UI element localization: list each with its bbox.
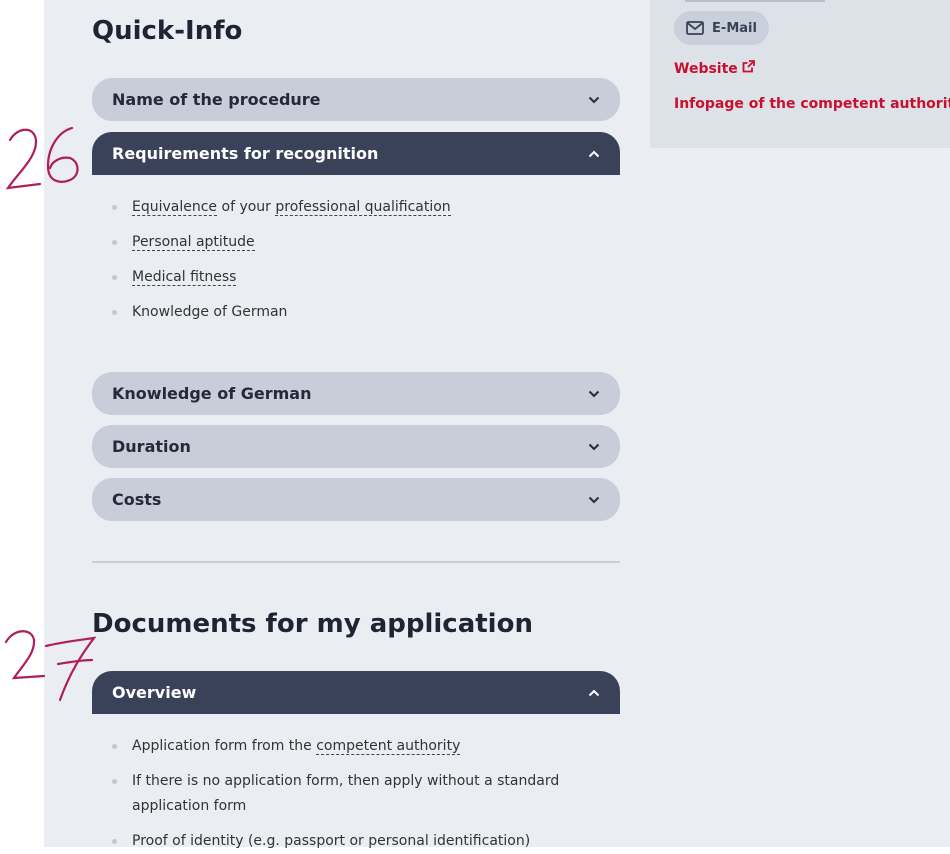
sidebar-divider xyxy=(685,0,825,2)
handwritten-annotation-26 xyxy=(5,126,79,190)
list-item: Equivalence of your professional qualifi… xyxy=(112,195,451,220)
requirements-list: Equivalence of your professional qualifi… xyxy=(112,195,451,325)
documents-heading: Documents for my application xyxy=(92,609,533,639)
list-item: Knowledge of German xyxy=(112,300,451,325)
chevron-up-icon xyxy=(588,148,600,160)
accordion-name-of-procedure[interactable]: Name of the procedure xyxy=(92,78,620,121)
chevron-down-icon xyxy=(588,388,600,400)
email-button[interactable]: E-Mail xyxy=(674,11,769,45)
glossary-link-medical-fitness[interactable]: Medical fitness xyxy=(132,269,237,286)
accordion-requirements[interactable]: Requirements for recognition xyxy=(92,132,620,175)
accordion-costs[interactable]: Costs xyxy=(92,478,620,521)
list-item-text: of your xyxy=(217,199,276,215)
list-item-text: application form xyxy=(132,798,247,814)
chevron-down-icon xyxy=(588,94,600,106)
mail-icon xyxy=(686,21,704,35)
list-item: Proof of identity (e.g. passport or pers… xyxy=(112,829,592,854)
infopage-label: Infopage of the competent authority xyxy=(674,95,950,112)
accordion-duration[interactable]: Duration xyxy=(92,425,620,468)
accordion-label: Costs xyxy=(112,490,162,509)
website-label: Website xyxy=(674,60,738,77)
list-item-text: If there is no application form, then ap… xyxy=(132,773,560,789)
accordion-label: Overview xyxy=(112,683,197,702)
list-item-text: Knowledge of German xyxy=(132,304,288,320)
accordion-label: Duration xyxy=(112,437,191,456)
infopage-link[interactable]: Infopage of the competent authority xyxy=(674,95,950,112)
accordion-overview[interactable]: Overview xyxy=(92,671,620,714)
accordion-label: Name of the procedure xyxy=(112,90,321,109)
list-item: Personal aptitude xyxy=(112,230,451,255)
glossary-link-professional-qualification[interactable]: professional qualification xyxy=(275,199,451,216)
documents-list: Application form from the competent auth… xyxy=(112,734,592,854)
glossary-link-personal-aptitude[interactable]: Personal aptitude xyxy=(132,234,255,251)
glossary-link-competent-authority[interactable]: competent authority xyxy=(316,738,461,755)
chevron-up-icon xyxy=(588,687,600,699)
website-link[interactable]: Website xyxy=(674,60,755,77)
external-link-icon xyxy=(742,60,755,77)
handwritten-annotation-27 xyxy=(4,630,97,702)
chevron-down-icon xyxy=(588,494,600,506)
glossary-link-equivalence[interactable]: Equivalence xyxy=(132,199,218,216)
list-item: Application form from the competent auth… xyxy=(112,734,592,759)
list-item: If there is no application form, then ap… xyxy=(112,769,592,819)
section-divider xyxy=(92,561,620,563)
accordion-knowledge-of-german[interactable]: Knowledge of German xyxy=(92,372,620,415)
accordion-label: Requirements for recognition xyxy=(112,144,379,163)
accordion-label: Knowledge of German xyxy=(112,384,312,403)
list-item-text: Application form from the xyxy=(132,738,317,754)
email-label: E-Mail xyxy=(712,20,757,36)
quick-info-heading: Quick-Info xyxy=(92,16,243,46)
chevron-down-icon xyxy=(588,441,600,453)
list-item: Medical fitness xyxy=(112,265,451,290)
